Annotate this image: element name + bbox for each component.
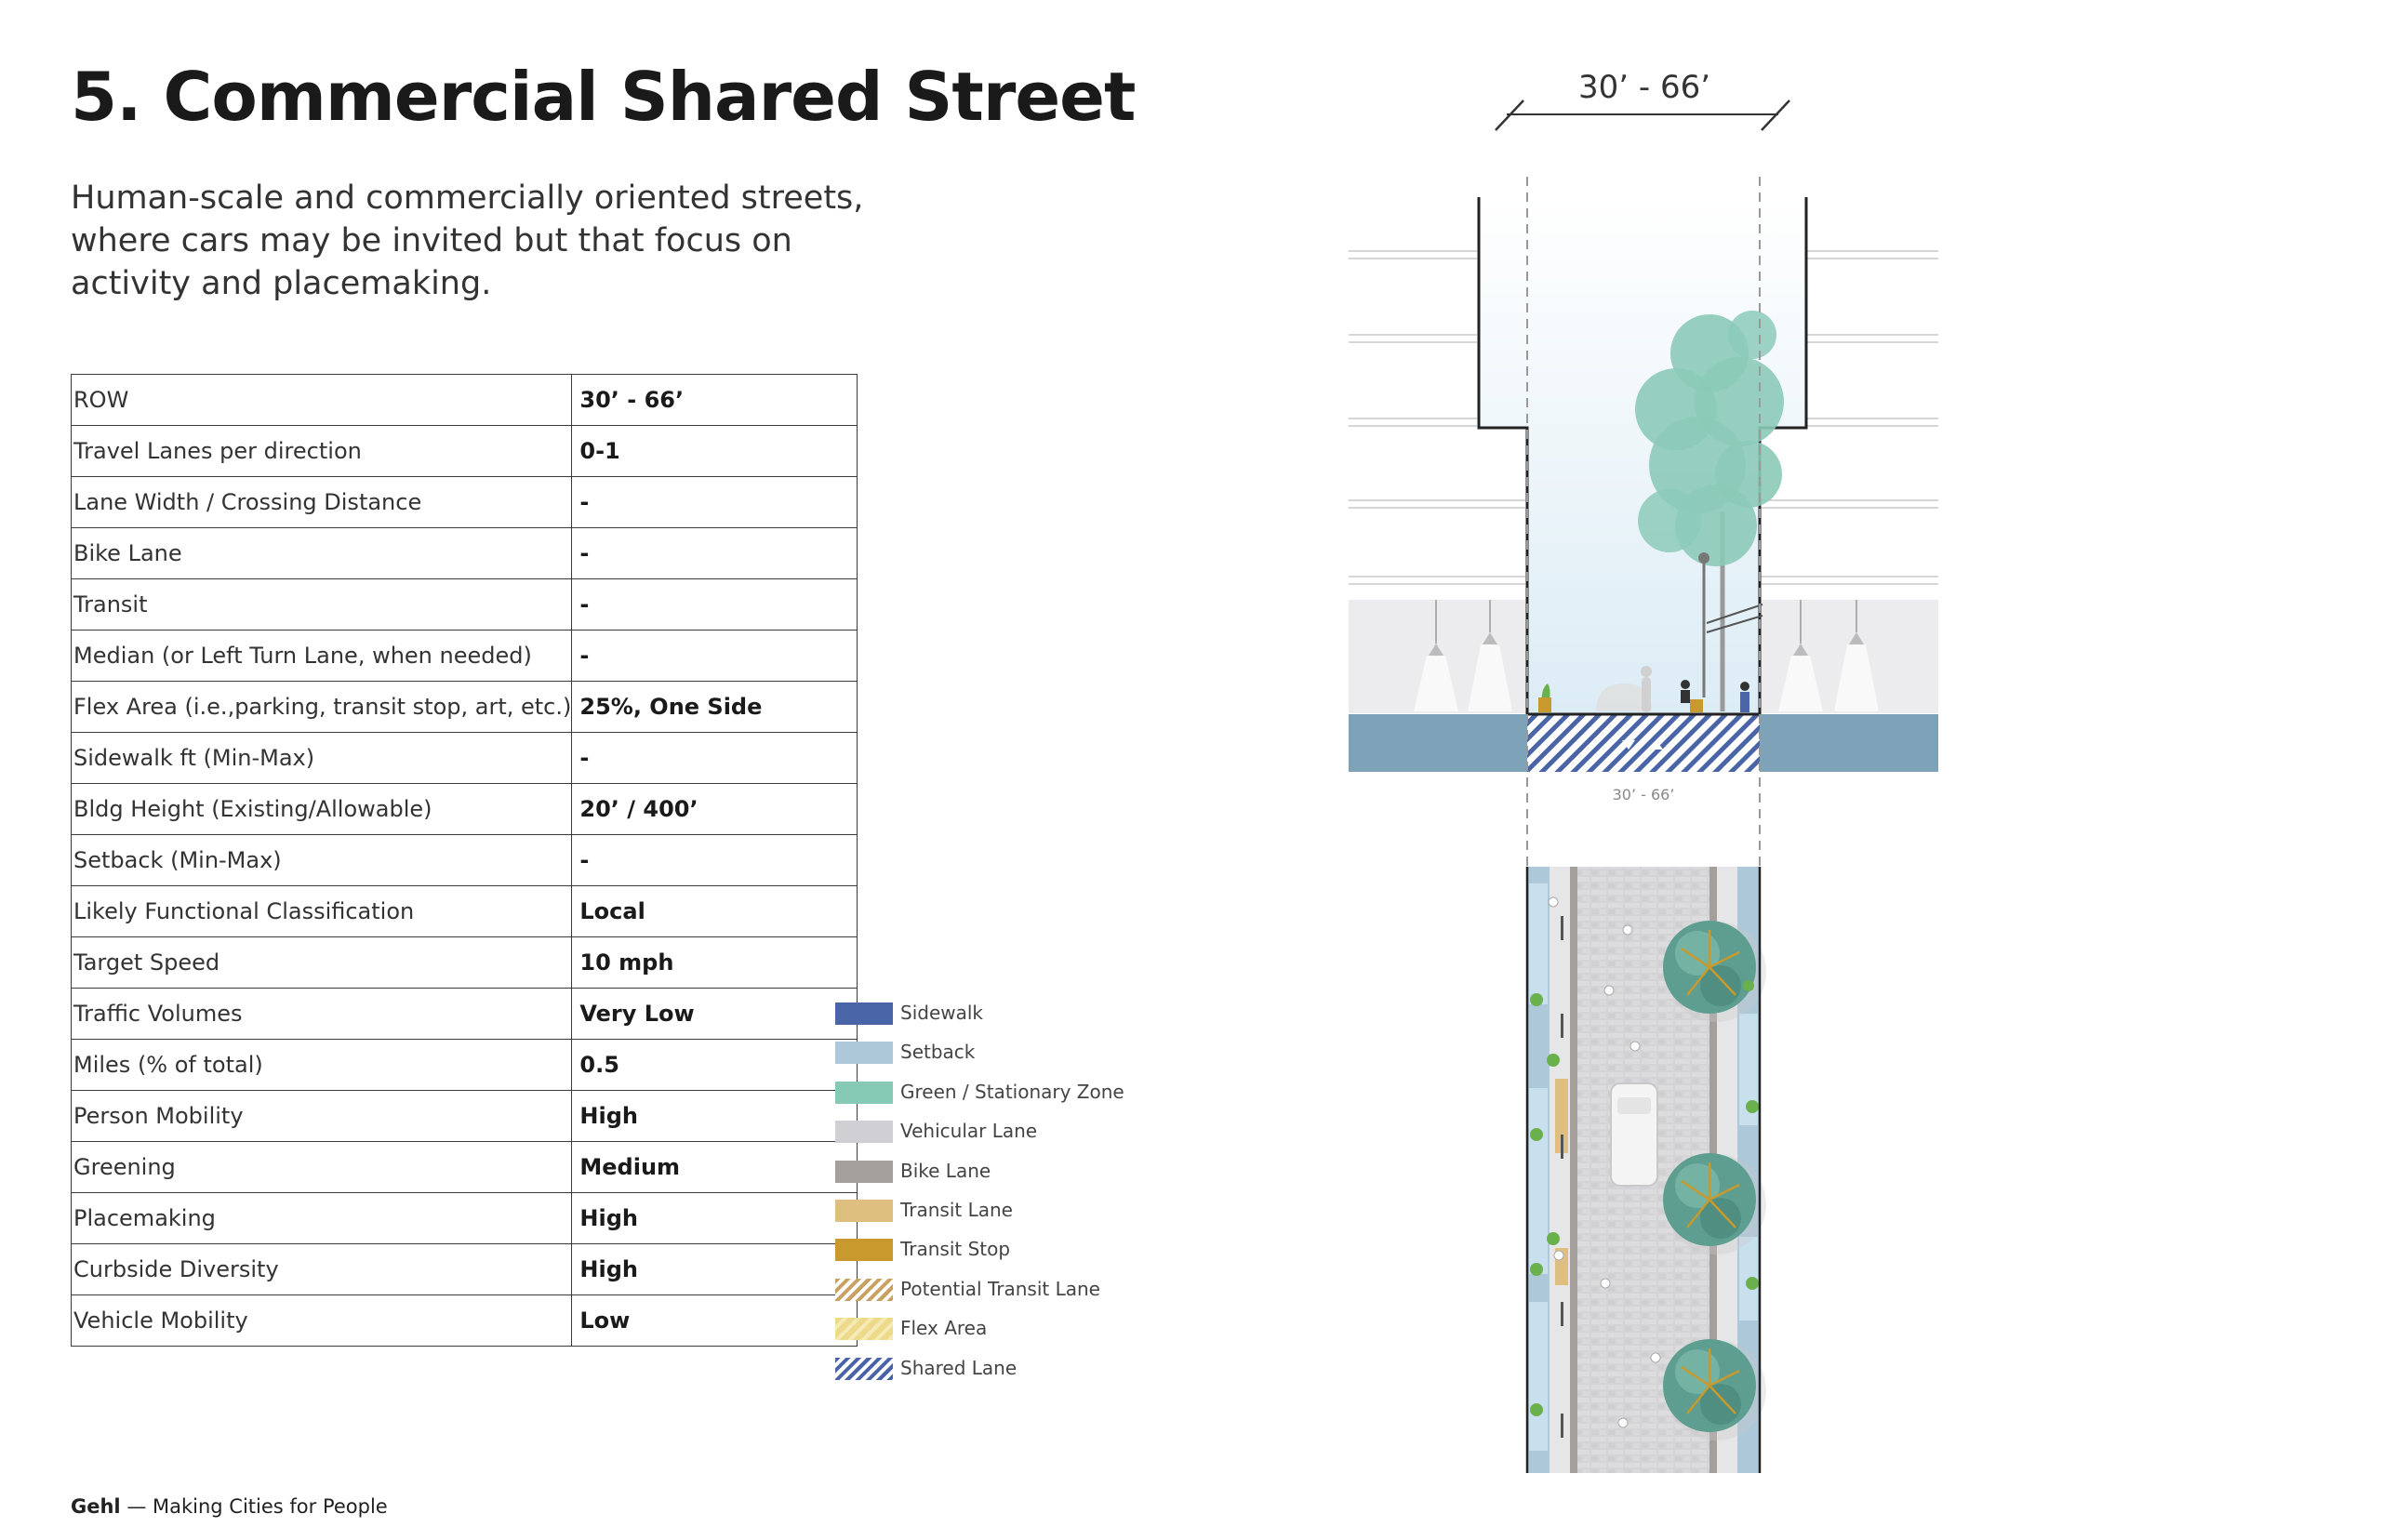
table-row: Target Speed 10 mph bbox=[70, 936, 858, 989]
attribute-value: 20’ / 400’ bbox=[571, 783, 858, 835]
attribute-label: Target Speed bbox=[70, 936, 573, 989]
attribute-label: Likely Functional Classification bbox=[70, 885, 573, 937]
plan-curb-left bbox=[1570, 867, 1577, 1473]
attribute-value: 25%, One Side bbox=[571, 681, 858, 733]
attribute-label: Miles (% of total) bbox=[70, 1039, 573, 1091]
page-subtitle: Human-scale and commercially oriented st… bbox=[71, 179, 864, 302]
attribute-value: - bbox=[571, 578, 858, 631]
attribute-label: Median (or Left Turn Lane, when needed) bbox=[70, 630, 573, 682]
table-row: Person Mobility High bbox=[70, 1090, 858, 1142]
legend-swatch bbox=[835, 1278, 893, 1301]
attribute-value: Local bbox=[571, 885, 858, 937]
footer-brand: Gehl bbox=[71, 1495, 121, 1518]
top-dimension-label: 30’ - 66’ bbox=[1578, 69, 1710, 106]
attribute-value: High bbox=[571, 1090, 858, 1142]
attribute-label: Bldg Height (Existing/Allowable) bbox=[70, 783, 573, 835]
legend-swatch bbox=[835, 1318, 893, 1341]
legend-swatch bbox=[835, 1199, 893, 1222]
table-row: Traffic Volumes Very Low bbox=[70, 988, 858, 1040]
plan-trees bbox=[1663, 921, 1766, 1440]
legend-swatch bbox=[835, 1121, 893, 1144]
table-row: Lane Width / Crossing Distance - bbox=[70, 476, 858, 528]
attribute-value: - bbox=[571, 834, 858, 886]
attribute-value: High bbox=[571, 1192, 858, 1244]
table-row: ROW 30’ - 66’ bbox=[70, 374, 858, 426]
attribute-value: - bbox=[571, 476, 858, 528]
attribute-label: Traffic Volumes bbox=[70, 988, 573, 1040]
attribute-value: - bbox=[571, 732, 858, 784]
footer: Gehl — Making Cities for People bbox=[71, 1495, 388, 1518]
shared-lane-section bbox=[1527, 714, 1760, 772]
table-row: Sidewalk ft (Min-Max) - bbox=[70, 732, 858, 784]
table-row: Curbside Diversity High bbox=[70, 1243, 858, 1295]
attribute-label: Transit bbox=[70, 578, 573, 631]
legend-label: Potential Transit Lane bbox=[900, 1277, 1100, 1300]
street-attributes-table: ROW 30’ - 66’ Travel Lanes per direction 0-… bbox=[70, 374, 858, 1347]
page-title: 5. Commercial Shared Street bbox=[71, 58, 1136, 136]
attribute-value: 10 mph bbox=[571, 936, 858, 989]
attribute-value: 30’ - 66’ bbox=[571, 374, 858, 426]
legend-swatch bbox=[835, 1357, 893, 1380]
attribute-label: Lane Width / Crossing Distance bbox=[70, 476, 573, 528]
attribute-value: 0-1 bbox=[571, 425, 858, 477]
legend-swatch bbox=[835, 1042, 893, 1065]
table-row: Median (or Left Turn Lane, when needed) - bbox=[70, 630, 858, 682]
attribute-label: Bike Lane bbox=[70, 527, 573, 579]
table-row: Miles (% of total) 0.5 bbox=[70, 1039, 858, 1091]
street-diagram: 30’ - 66’ 30’ - 66’ bbox=[1339, 56, 1953, 1492]
attribute-label: Setback (Min-Max) bbox=[70, 834, 573, 886]
table-row: Bldg Height (Existing/Allowable) 20’ / 40… bbox=[70, 783, 858, 835]
attributes-table-body: ROW 30’ - 66’ Travel Lanes per direction 0-… bbox=[70, 374, 858, 1347]
legend-label: Flex Area bbox=[900, 1317, 988, 1340]
footer-tagline: — Making Cities for People bbox=[120, 1495, 388, 1518]
attribute-label: ROW bbox=[70, 374, 573, 426]
attribute-label: Vehicle Mobility bbox=[70, 1294, 573, 1347]
table-row: Flex Area (i.e.,parking, transit stop, a… bbox=[70, 681, 858, 733]
attribute-value: - bbox=[571, 527, 858, 579]
legend-swatch bbox=[835, 1239, 893, 1262]
table-row: Vehicle Mobility Low bbox=[70, 1294, 858, 1347]
legend-label: Transit Lane bbox=[900, 1198, 1013, 1221]
attribute-value: Very Low bbox=[571, 988, 858, 1040]
plan-view bbox=[1525, 867, 1766, 1473]
table-row: Likely Functional Classification Local bbox=[70, 885, 858, 937]
attribute-value: High bbox=[571, 1243, 858, 1295]
attribute-label: Person Mobility bbox=[70, 1090, 573, 1142]
legend-label: Transit Stop bbox=[900, 1238, 1011, 1261]
section-dimension-label: 30’ - 66’ bbox=[1613, 786, 1675, 803]
legend-label: Sidewalk bbox=[900, 1002, 984, 1024]
legend-swatch bbox=[835, 1081, 893, 1104]
attribute-label: Curbside Diversity bbox=[70, 1243, 573, 1295]
legend-label: Green / Stationary Zone bbox=[900, 1080, 1124, 1103]
attribute-label: Placemaking bbox=[70, 1192, 573, 1244]
attribute-value: - bbox=[571, 630, 858, 682]
attribute-label: Sidewalk ft (Min-Max) bbox=[70, 732, 573, 784]
table-row: Transit - bbox=[70, 578, 858, 631]
attribute-value: 0.5 bbox=[571, 1039, 858, 1091]
attribute-label: Travel Lanes per direction bbox=[70, 425, 573, 477]
attribute-label: Flex Area (i.e.,parking, transit stop, a… bbox=[70, 681, 573, 733]
legend-label: Shared Lane bbox=[900, 1356, 1018, 1379]
top-dimension: 30’ - 66’ bbox=[1495, 69, 1790, 131]
legend-label: Setback bbox=[900, 1041, 976, 1064]
table-row: Greening Medium bbox=[70, 1141, 858, 1193]
attribute-label: Greening bbox=[70, 1141, 573, 1193]
legend-label: Vehicular Lane bbox=[900, 1120, 1038, 1143]
attribute-value: Low bbox=[571, 1294, 858, 1347]
table-row: Setback (Min-Max) - bbox=[70, 834, 858, 886]
table-row: Travel Lanes per direction 0-1 bbox=[70, 425, 858, 477]
legend-label: Bike Lane bbox=[900, 1159, 991, 1182]
table-row: Bike Lane - bbox=[70, 527, 858, 579]
legend-swatch bbox=[835, 1002, 893, 1025]
street-diagram-svg: 30’ - 66’ 30’ - 66’ bbox=[1349, 69, 1938, 1473]
attribute-value: Medium bbox=[571, 1141, 858, 1193]
table-row: Placemaking High bbox=[70, 1192, 858, 1244]
legend-swatch bbox=[835, 1160, 893, 1183]
